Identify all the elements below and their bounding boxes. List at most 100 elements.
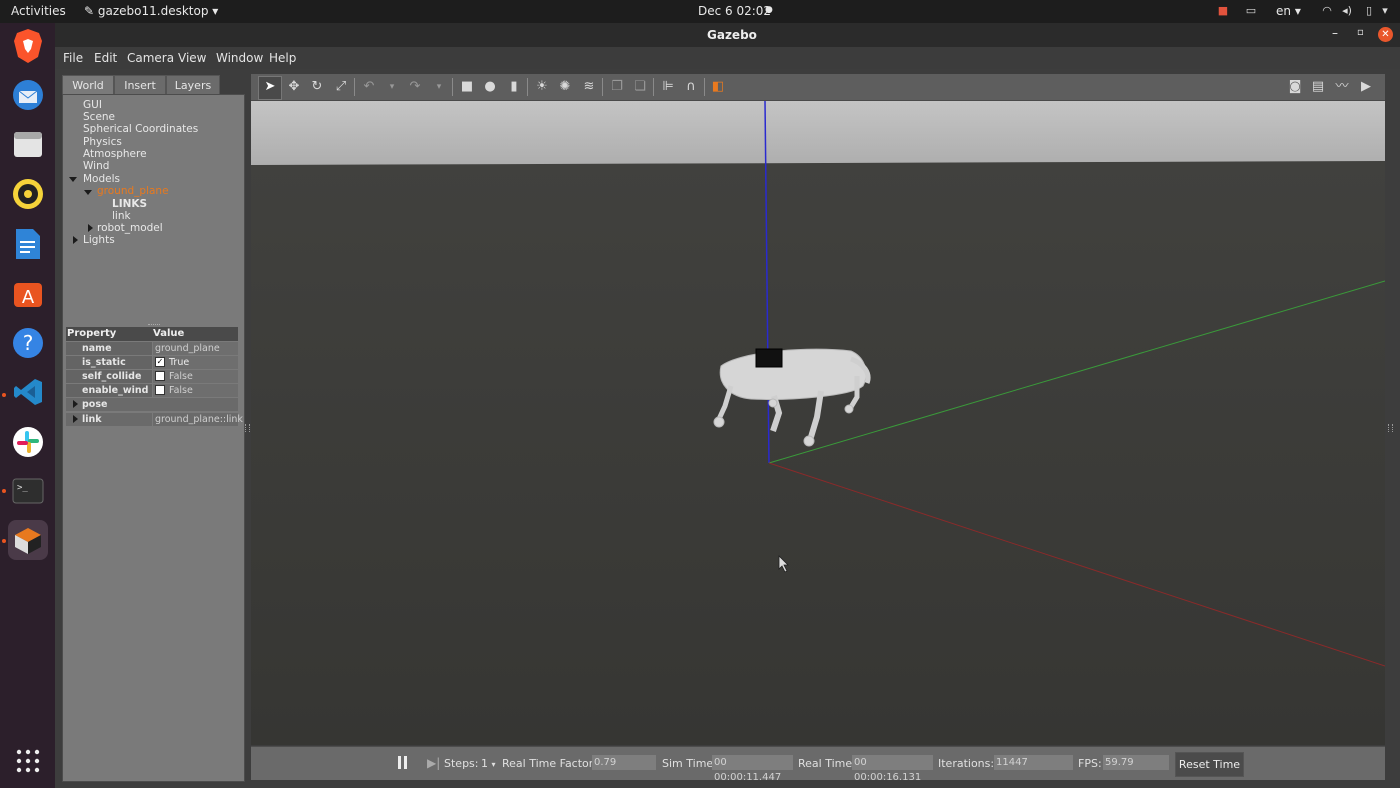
property-row-link[interactable]: link ground_plane::link (66, 413, 243, 426)
copy-icon[interactable]: ❐ (609, 79, 625, 95)
window-titlebar[interactable]: Gazebo – ▫ ✕ (55, 23, 1400, 47)
language-indicator[interactable]: en ▾ (1276, 4, 1301, 18)
pause-icon[interactable] (398, 756, 408, 770)
tree-item-link[interactable]: link (112, 210, 131, 222)
enable-wind-checkbox[interactable] (155, 384, 165, 395)
keyboard-icon[interactable]: ▭ (1244, 5, 1258, 17)
menu-help[interactable]: Help (269, 51, 296, 65)
tab-layers[interactable]: Layers (166, 75, 220, 95)
app-menu[interactable]: ✎ gazebo11.desktop ▾ (84, 4, 218, 18)
menu-file[interactable]: File (63, 51, 83, 65)
tree-item-lights[interactable]: Lights (83, 234, 115, 246)
expand-ground-plane-icon[interactable] (84, 190, 92, 195)
self-collide-checkbox[interactable] (155, 370, 165, 381)
terminal-icon[interactable]: >_ (8, 471, 48, 511)
brave-browser-icon[interactable] (8, 26, 48, 66)
ubuntu-software-icon[interactable]: A (8, 273, 48, 313)
directional-light-icon[interactable]: ≋ (581, 79, 597, 95)
running-indicator (2, 393, 6, 397)
tree-item-robot-model[interactable]: robot_model (97, 222, 163, 234)
close-button[interactable]: ✕ (1378, 27, 1393, 42)
tree-item-physics[interactable]: Physics (83, 136, 122, 148)
property-row-name[interactable]: name ground_plane (66, 342, 238, 355)
scene-render (251, 101, 1385, 745)
volume-icon[interactable]: ◂) (1340, 5, 1354, 17)
select-arrow-icon[interactable]: ➤ (262, 79, 278, 95)
change-view-icon[interactable]: ◧ (710, 79, 726, 95)
undo-icon[interactable]: ↶ (361, 79, 377, 95)
screenshot-camera-icon[interactable]: ◙ (1287, 79, 1303, 95)
log-data-icon[interactable]: ▤ (1310, 79, 1326, 95)
translate-icon[interactable]: ✥ (286, 79, 302, 95)
expand-models-icon[interactable] (69, 177, 77, 182)
cylinder-shape-icon[interactable]: ▮ (506, 79, 522, 95)
wifi-icon[interactable]: ◠ (1320, 5, 1334, 17)
libreoffice-writer-icon[interactable] (8, 224, 48, 264)
property-value: True (169, 357, 190, 368)
system-menu-chevron-icon[interactable]: ▾ (1378, 5, 1392, 17)
property-value: False (169, 371, 193, 382)
property-row-enable-wind[interactable]: enable_wind False (66, 384, 238, 397)
sphere-shape-icon[interactable]: ● (482, 79, 498, 95)
tab-world[interactable]: World (62, 75, 114, 95)
point-light-icon[interactable]: ☀ (534, 79, 550, 95)
tree-item-scene[interactable]: Scene (83, 111, 115, 123)
tree-item-wind[interactable]: Wind (83, 160, 109, 172)
right-panel-resize-handle[interactable] (1388, 424, 1393, 432)
expand-lights-icon[interactable] (73, 236, 78, 244)
expand-pose-icon[interactable] (73, 400, 78, 408)
real-time-field: 00 00:00:16.131 (852, 755, 933, 783)
screen-record-icon[interactable]: ■ (1216, 5, 1230, 17)
spinner-arrow-icon: ▾ (491, 760, 496, 769)
tree-item-models[interactable]: Models (83, 173, 120, 185)
tab-insert[interactable]: Insert (114, 75, 166, 95)
minimize-button[interactable]: – (1332, 26, 1338, 40)
real-time-factor-field: 0.79 (592, 755, 656, 770)
rhythmbox-icon[interactable] (8, 174, 48, 214)
property-row-self-collide[interactable]: self_collide False (66, 370, 238, 383)
iterations-field: 11447 (994, 755, 1073, 770)
activities-button[interactable]: Activities (11, 4, 66, 18)
redo-icon[interactable]: ↷ (407, 79, 423, 95)
slack-icon[interactable] (8, 422, 48, 462)
expand-link-icon[interactable] (73, 415, 78, 423)
left-panel-resize-handle[interactable] (245, 424, 250, 432)
menu-camera[interactable]: Camera (127, 51, 174, 65)
tree-item-gui[interactable]: GUI (83, 99, 102, 111)
scale-icon[interactable]: ⤢ (333, 79, 349, 95)
property-row-is-static[interactable]: is_static ✓ True (66, 356, 238, 369)
gazebo-icon[interactable] (8, 520, 48, 560)
step-forward-icon[interactable]: ▶| (427, 756, 440, 770)
menu-edit[interactable]: Edit (94, 51, 117, 65)
reset-time-button[interactable]: Reset Time (1175, 752, 1244, 777)
property-value: ground_plane::link (153, 413, 243, 426)
redo-dropdown-icon[interactable]: ▾ (431, 79, 447, 95)
box-shape-icon[interactable]: ■ (459, 79, 475, 95)
tree-item-spherical-coordinates[interactable]: Spherical Coordinates (83, 123, 198, 135)
thunderbird-icon[interactable] (8, 75, 48, 115)
menu-view[interactable]: View (178, 51, 206, 65)
property-row-pose[interactable]: pose (66, 398, 238, 411)
3d-viewport[interactable] (251, 101, 1385, 745)
video-record-icon[interactable]: ▶ (1358, 79, 1374, 95)
steps-spinner[interactable]: 1 ▾ (481, 757, 496, 770)
spot-light-icon[interactable]: ✺ (557, 79, 573, 95)
clock[interactable]: Dec 6 02:02 (698, 4, 771, 18)
plot-icon[interactable]: 〰 (1334, 79, 1350, 95)
tree-item-atmosphere[interactable]: Atmosphere (83, 148, 147, 160)
help-icon[interactable]: ? (8, 323, 48, 363)
maximize-button[interactable]: ▫ (1357, 27, 1364, 38)
paste-icon[interactable]: ❏ (632, 79, 648, 95)
undo-dropdown-icon[interactable]: ▾ (384, 79, 400, 95)
expand-robot-model-icon[interactable] (88, 224, 93, 232)
align-icon[interactable]: ⊫ (660, 79, 676, 95)
menu-window[interactable]: Window (216, 51, 263, 65)
is-static-checkbox[interactable]: ✓ (155, 356, 165, 367)
battery-icon[interactable]: ▯ (1362, 5, 1376, 17)
rotate-icon[interactable]: ↻ (309, 79, 325, 95)
show-applications-icon[interactable] (8, 741, 48, 781)
snap-magnet-icon[interactable]: ∩ (683, 79, 699, 95)
vscode-icon[interactable] (8, 372, 48, 412)
tree-item-ground-plane[interactable]: ground_plane (97, 185, 169, 197)
files-icon[interactable] (8, 124, 48, 164)
